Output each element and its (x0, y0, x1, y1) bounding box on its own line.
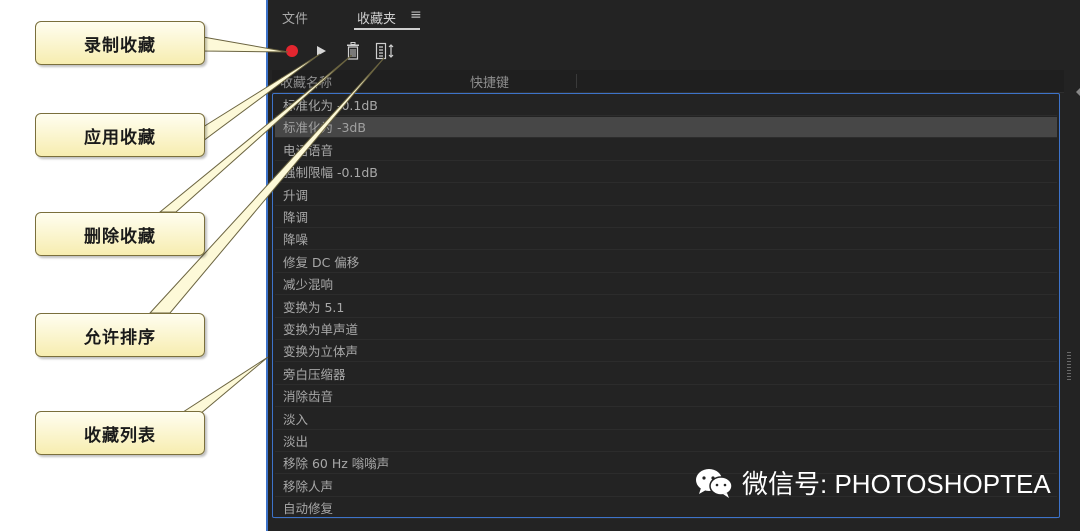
watermark-text: 微信号: PHOTOSHOPTEA (742, 469, 1051, 499)
favorite-list-item[interactable]: 变换为 5.1 (275, 297, 1057, 318)
play-icon (317, 46, 326, 56)
favorite-list-item[interactable]: 标准化为 -3dB (275, 117, 1057, 139)
favorite-list-item[interactable]: 升调 (275, 185, 1057, 206)
favorites-list: 标准化为 -0.1dB 标准化为 -3dB 电话语音 强制限幅 -0.1dB 升调 降调降… (272, 93, 1060, 520)
favorite-list-item[interactable]: 降调 (275, 207, 1057, 228)
favorite-list-item[interactable]: 修复 DC 偏移 (275, 252, 1057, 273)
favorite-list-item[interactable]: 自动修复 (275, 498, 1057, 520)
scrollbar-grip[interactable] (1067, 352, 1071, 382)
favorite-list-item[interactable]: 淡入 (275, 409, 1057, 430)
favorites-panel: 文件 收藏夹 ≡ 收藏名称 快捷键 标准化为 -0.1dB 标准化为 -3dB … (266, 0, 1080, 531)
callout-apply-favorite: 应用收藏 (35, 113, 205, 157)
favorite-list-item[interactable]: 减少混响 (275, 274, 1057, 296)
tab-files[interactable]: 文件 (282, 8, 308, 27)
favorite-list-item[interactable]: 变换为立体声 (275, 341, 1057, 363)
sort-icon (375, 42, 394, 60)
favorite-list-item[interactable]: 强制限幅 -0.1dB (275, 162, 1057, 184)
panel-collapse-arrow-icon[interactable] (1076, 88, 1080, 96)
list-column-header: 收藏名称 快捷键 (272, 70, 1064, 93)
allow-sort-button[interactable] (372, 41, 400, 61)
tab-favorites[interactable]: 收藏夹 (357, 8, 396, 27)
record-icon (286, 45, 298, 57)
apply-favorite-button[interactable] (312, 41, 330, 61)
favorite-list-item[interactable]: 标准化为 -0.1dB (275, 95, 1057, 116)
favorite-list-item[interactable]: 淡出 (275, 431, 1057, 452)
column-header-shortcut[interactable]: 快捷键 (470, 72, 509, 91)
callout-delete-favorite: 删除收藏 (35, 212, 205, 256)
callout-record-favorite: 录制收藏 (35, 21, 205, 65)
delete-favorite-button[interactable] (342, 41, 364, 61)
wechat-icon (696, 468, 733, 498)
callout-allow-sort: 允许排序 (35, 313, 205, 357)
record-favorite-button[interactable] (284, 41, 300, 61)
panel-tab-bar: 文件 收藏夹 ≡ (268, 0, 1080, 32)
callout-favorites-list: 收藏列表 (35, 411, 205, 455)
favorite-list-item[interactable]: 降噪 (275, 229, 1057, 251)
favorites-toolbar (268, 36, 1080, 66)
favorite-list-item[interactable]: 变换为单声道 (275, 319, 1057, 340)
trash-icon (347, 42, 359, 60)
favorite-list-item[interactable]: 旁白压缩器 (275, 364, 1057, 385)
leader-list (178, 356, 269, 415)
column-header-name[interactable]: 收藏名称 (280, 72, 332, 91)
favorite-list-item[interactable]: 消除齿音 (275, 386, 1057, 408)
list-scrollbar[interactable] (1064, 70, 1074, 518)
column-divider[interactable] (576, 74, 577, 88)
active-tab-indicator (354, 28, 420, 30)
favorite-list-item[interactable]: 电话语音 (275, 140, 1057, 161)
panel-menu-icon[interactable]: ≡ (410, 7, 422, 23)
wechat-watermark: 微信号: PHOTOSHOPTEA (694, 464, 1051, 501)
